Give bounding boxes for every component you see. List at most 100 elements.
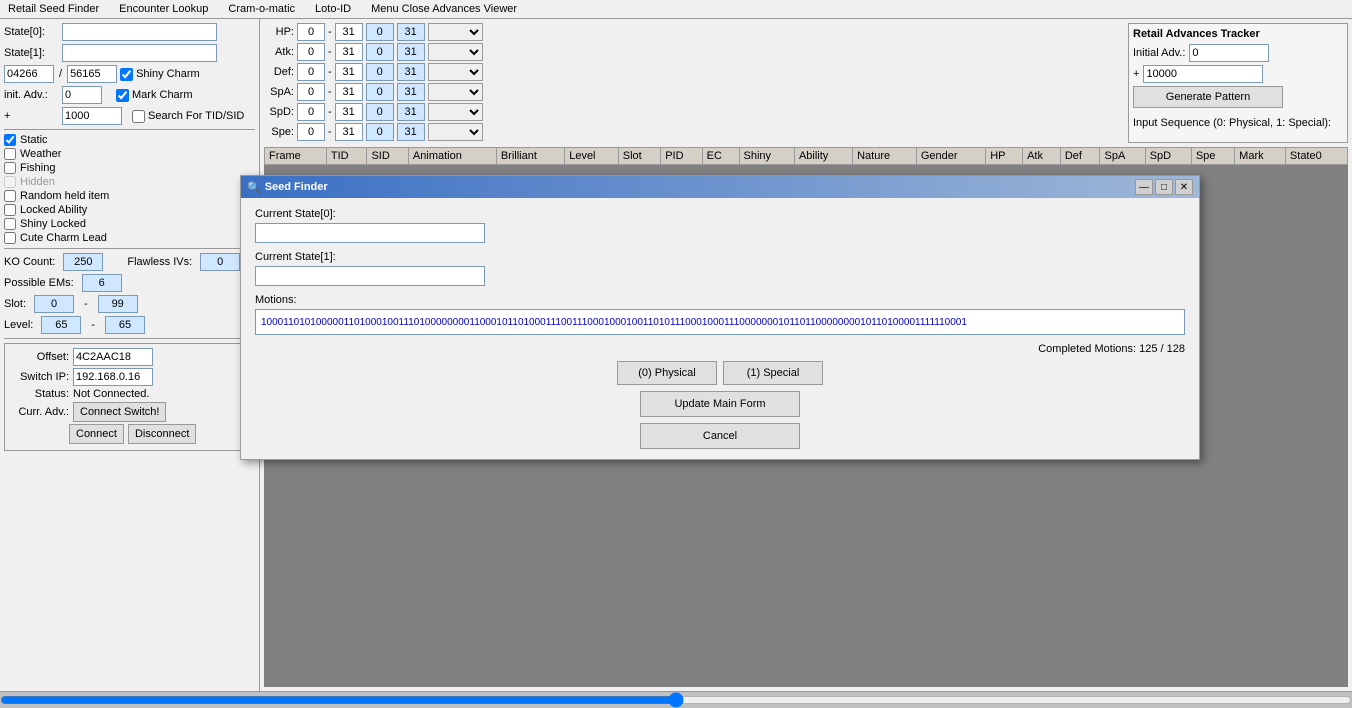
current-state1-input[interactable] (255, 266, 485, 286)
hp-min-input[interactable] (297, 23, 325, 41)
menu-encounter-lookup[interactable]: Encounter Lookup (115, 2, 212, 16)
plus-value-input[interactable] (62, 107, 122, 125)
spe-dropdown[interactable] (428, 123, 483, 141)
spa-val1-input[interactable] (366, 83, 394, 101)
slot-max-input[interactable] (98, 295, 138, 313)
spa-dropdown[interactable] (428, 83, 483, 101)
iv-grid-container: HP: - Atk: - (264, 23, 1120, 143)
atk-max-input[interactable] (335, 43, 363, 61)
hp-dropdown[interactable] (428, 23, 483, 41)
def-dropdown[interactable] (428, 63, 483, 81)
col-slot: Slot (618, 148, 660, 165)
update-main-form-button[interactable]: Update Main Form (640, 391, 800, 417)
sid-input[interactable] (67, 65, 117, 83)
spd-dash: - (328, 106, 332, 118)
mark-charm-checkbox[interactable] (116, 89, 129, 102)
minimize-button[interactable]: — (1135, 179, 1153, 195)
locked-ability-row: Locked Ability (4, 204, 255, 216)
spe-min-input[interactable] (297, 123, 325, 141)
cancel-button[interactable]: Cancel (640, 423, 800, 449)
spd-min-input[interactable] (297, 103, 325, 121)
col-spe: Spe (1191, 148, 1234, 165)
spd-val1-input[interactable] (366, 103, 394, 121)
hp-val2-input[interactable] (397, 23, 425, 41)
spe-val2-input[interactable] (397, 123, 425, 141)
weather-checkbox[interactable] (4, 148, 16, 160)
spd-val2-input[interactable] (397, 103, 425, 121)
initial-adv-input[interactable] (1189, 44, 1269, 62)
flawless-ivs-input[interactable] (200, 253, 240, 271)
atk-min-input[interactable] (297, 43, 325, 61)
physical-button[interactable]: (0) Physical (617, 361, 717, 385)
spd-max-input[interactable] (335, 103, 363, 121)
flawless-ivs-label: Flawless IVs: (127, 256, 192, 268)
spd-row: SpD: - (264, 103, 1120, 121)
maximize-button[interactable]: □ (1155, 179, 1173, 195)
tid-input[interactable] (4, 65, 54, 83)
disconnect-button[interactable]: Disconnect (128, 424, 196, 444)
random-held-checkbox[interactable] (4, 190, 16, 202)
spa-min-input[interactable] (297, 83, 325, 101)
plus-tracker-label: + (1133, 68, 1139, 80)
hp-max-input[interactable] (335, 23, 363, 41)
switch-section: Offset: Switch IP: Status: Not Connected… (4, 343, 255, 451)
col-hp: HP (986, 148, 1023, 165)
spe-val1-input[interactable] (366, 123, 394, 141)
menu-loto-id[interactable]: Loto-ID (311, 2, 355, 16)
cute-charm-checkbox[interactable] (4, 232, 16, 244)
menu-cram-o-matic[interactable]: Cram-o-matic (224, 2, 299, 16)
shiny-locked-checkbox[interactable] (4, 218, 16, 230)
spd-dropdown[interactable] (428, 103, 483, 121)
def-min-input[interactable] (297, 63, 325, 81)
cancel-btn-row: Cancel (255, 423, 1185, 449)
possible-ems-input[interactable] (82, 274, 122, 292)
spa-dash: - (328, 86, 332, 98)
state0-input[interactable] (62, 23, 217, 41)
dialog-body: Current State[0]: Current State[1]: Moti… (241, 198, 1199, 459)
initial-adv-row: Initial Adv.: (1133, 44, 1343, 62)
possible-ems-label: Possible EMs: (4, 277, 74, 289)
level-min-input[interactable] (41, 316, 81, 334)
atk-dropdown[interactable] (428, 43, 483, 61)
init-adv-input[interactable] (62, 86, 102, 104)
hp-row: HP: - (264, 23, 1120, 41)
special-button[interactable]: (1) Special (723, 361, 823, 385)
def-max-input[interactable] (335, 63, 363, 81)
slot-min-input[interactable] (34, 295, 74, 313)
close-button[interactable]: ✕ (1175, 179, 1193, 195)
atk-val1-input[interactable] (366, 43, 394, 61)
def-val2-input[interactable] (397, 63, 425, 81)
connect-switch-button[interactable]: Connect Switch! (73, 402, 166, 422)
hp-val1-input[interactable] (366, 23, 394, 41)
menu-retail-seed-finder[interactable]: Retail Seed Finder (4, 2, 103, 16)
motions-display: 1000110101000001101000100111010000000011… (255, 309, 1185, 335)
dialog-controls: — □ ✕ (1135, 179, 1193, 195)
switch-ip-input[interactable] (73, 368, 153, 386)
search-for-tid-sid-checkbox[interactable] (132, 110, 145, 123)
state1-input[interactable] (62, 44, 217, 62)
hp-label: HP: (264, 26, 294, 38)
connect-button[interactable]: Connect (69, 424, 124, 444)
fishing-checkbox[interactable] (4, 162, 16, 174)
plus-label: + (4, 110, 59, 122)
hidden-checkbox[interactable] (4, 176, 16, 188)
generate-pattern-button[interactable]: Generate Pattern (1133, 86, 1283, 108)
spa-val2-input[interactable] (397, 83, 425, 101)
spa-max-input[interactable] (335, 83, 363, 101)
static-checkbox[interactable] (4, 134, 16, 146)
level-max-input[interactable] (105, 316, 145, 334)
locked-ability-checkbox[interactable] (4, 204, 16, 216)
spe-max-input[interactable] (335, 123, 363, 141)
menu-close-advances-viewer[interactable]: Menu Close Advances Viewer (367, 2, 521, 16)
slot-label: Slot: (4, 298, 26, 310)
current-state0-input[interactable] (255, 223, 485, 243)
col-ability: Ability (794, 148, 852, 165)
atk-val2-input[interactable] (397, 43, 425, 61)
motions-label: Motions: (255, 294, 1185, 306)
offset-input[interactable] (73, 348, 153, 366)
def-val1-input[interactable] (366, 63, 394, 81)
plus-tracker-input[interactable] (1143, 65, 1263, 83)
col-pid: PID (661, 148, 702, 165)
ko-count-input[interactable] (63, 253, 103, 271)
shiny-charm-checkbox[interactable] (120, 68, 133, 81)
